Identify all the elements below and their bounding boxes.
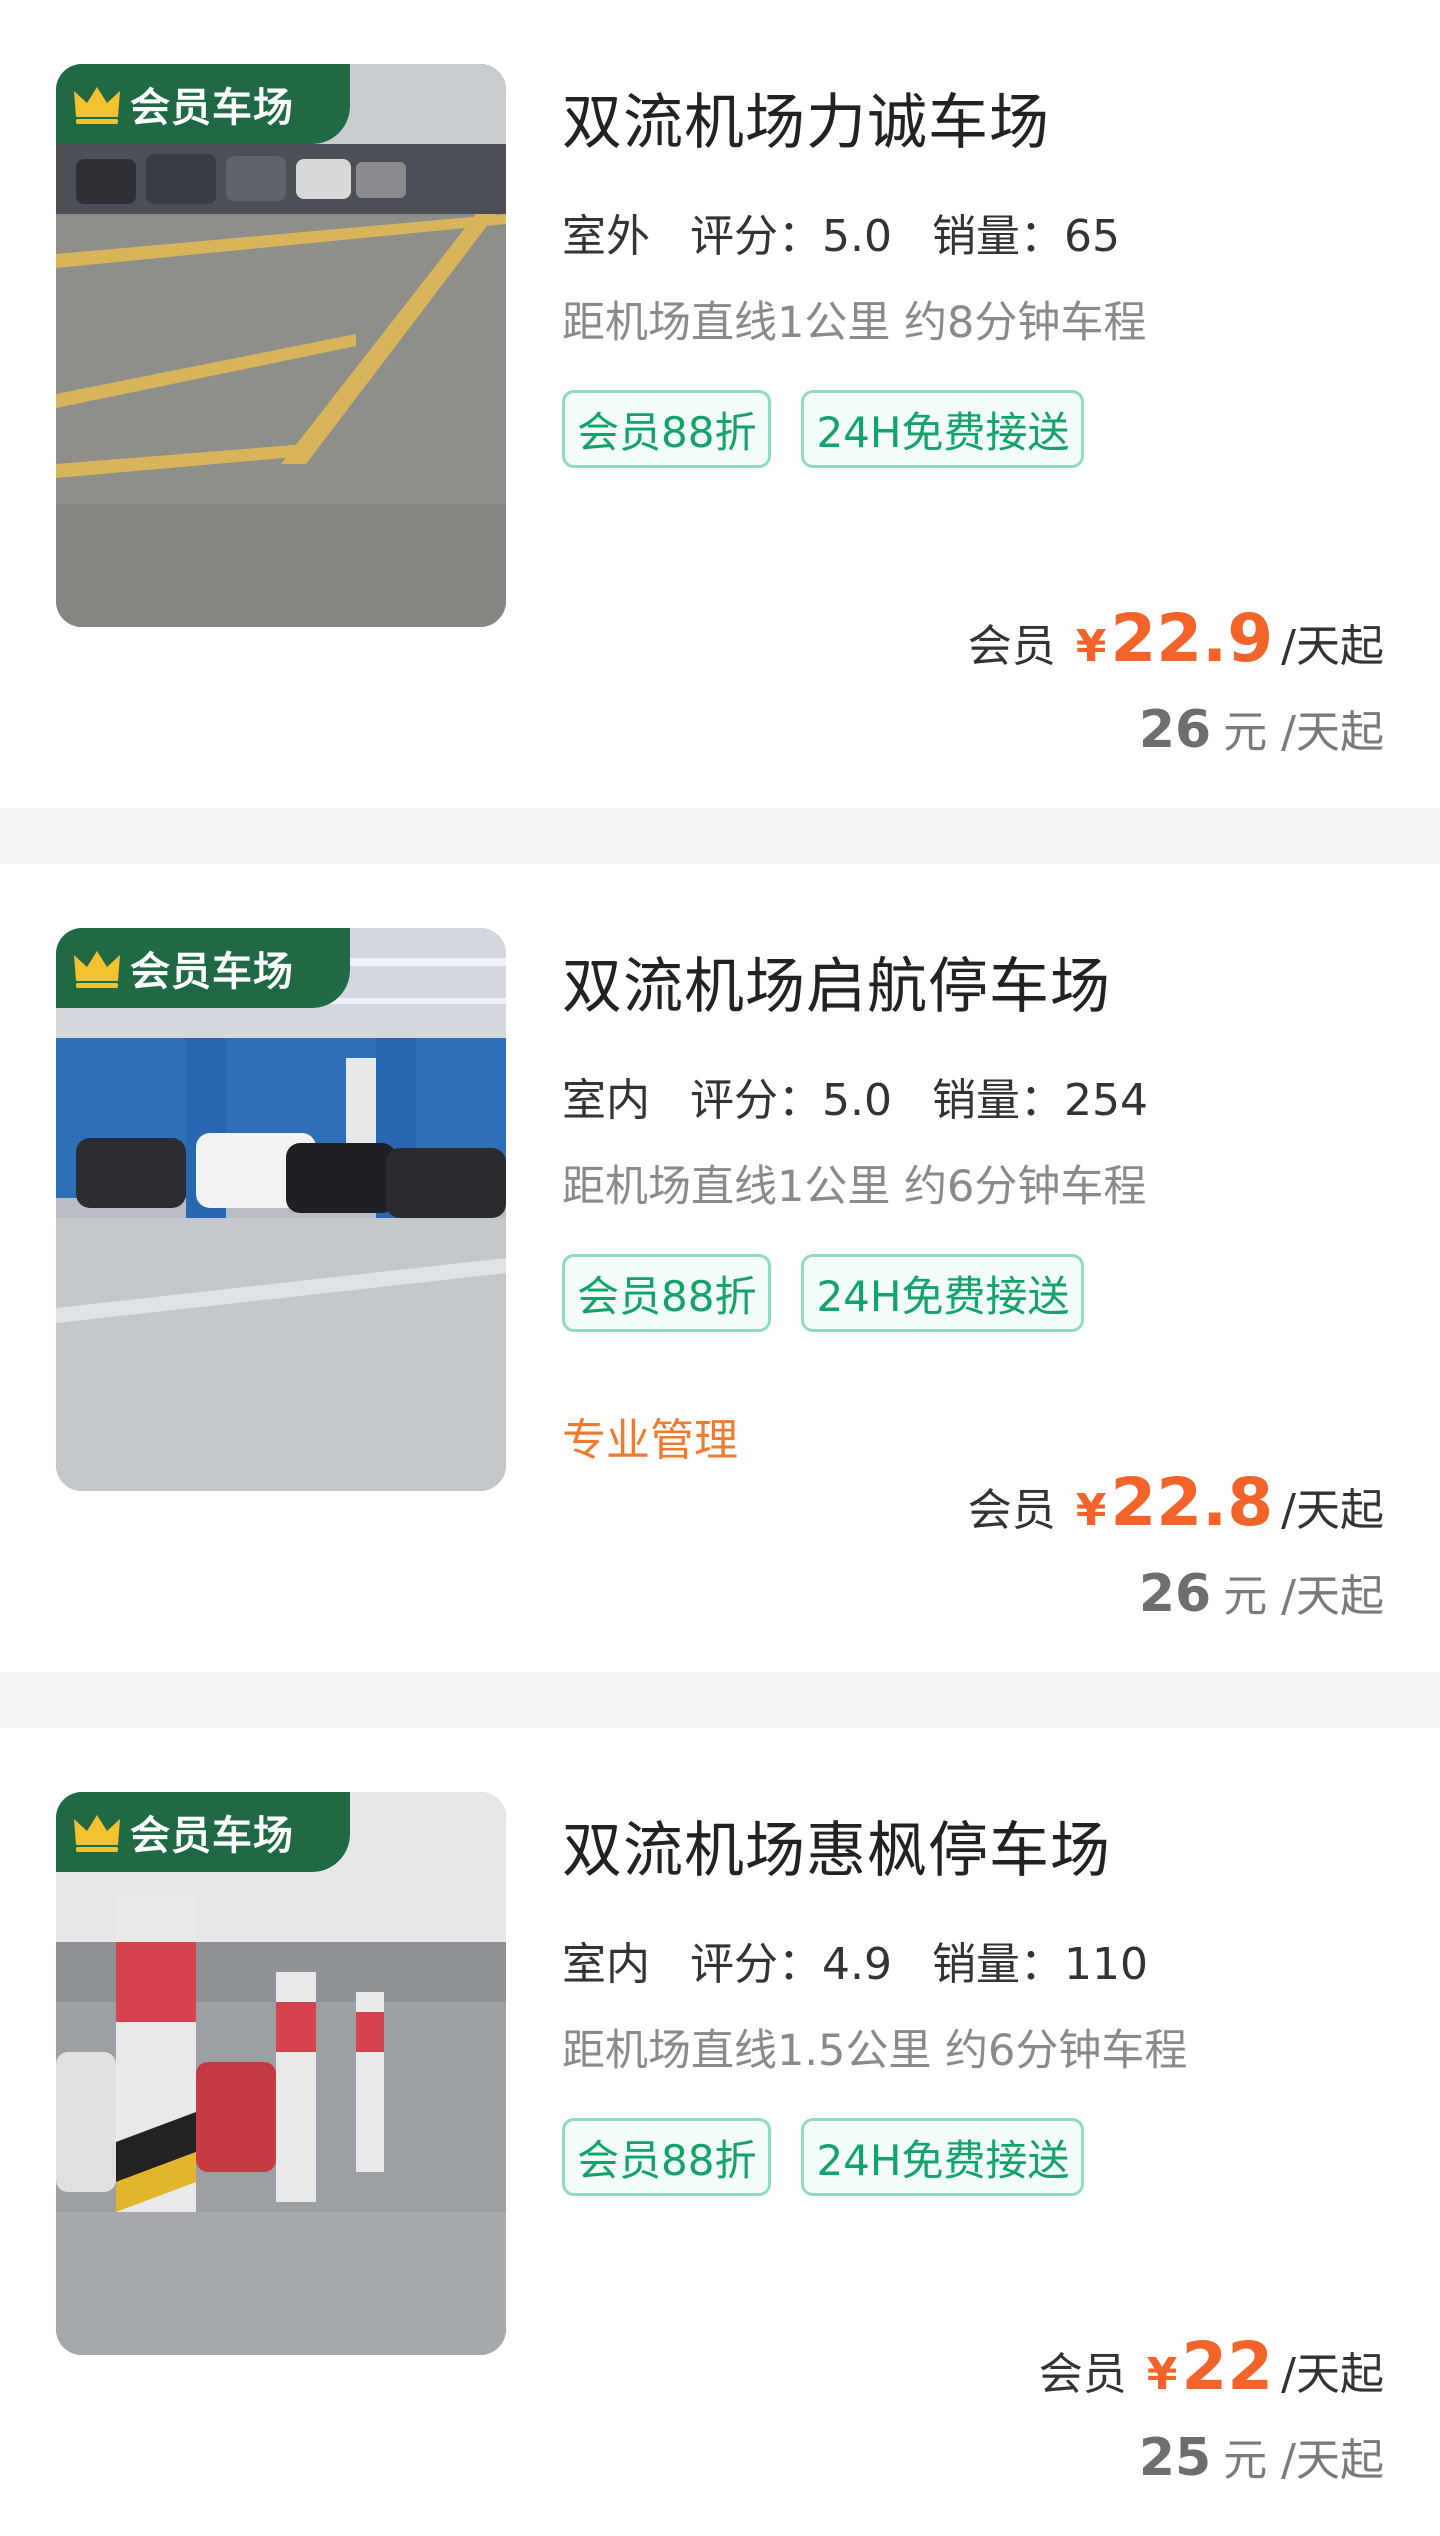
parking-lot-photo[interactable]: 会员车场 bbox=[56, 928, 506, 1491]
parking-lot-list: 会员车场 双流机场力诚车场 室外 评分：5.0 销量：65 距机场直线1公里 约… bbox=[0, 0, 1440, 2536]
original-price-value: 25 bbox=[1138, 2428, 1212, 2488]
price-unit: /天起 bbox=[1281, 2349, 1384, 2400]
sales-count: 销量：110 bbox=[931, 1939, 1148, 1990]
member-price: 会员 ¥ 22.9 /天起 bbox=[968, 600, 1384, 677]
tag-free-shuttle: 24H免费接送 bbox=[801, 390, 1085, 468]
parking-lot-photo[interactable]: 会员车场 bbox=[56, 64, 506, 627]
crown-icon bbox=[74, 1815, 120, 1852]
currency-symbol: ¥ bbox=[1075, 621, 1107, 672]
parking-lot-meta: 室外 评分：5.0 销量：65 bbox=[560, 200, 1160, 270]
parking-lot-card[interactable]: 会员车场 双流机场启航停车场 室内 评分：5.0 销量：254 距机场直线1公里… bbox=[0, 864, 1440, 1672]
tag-list: 会员88折 24H免费接送 bbox=[562, 2118, 1114, 2196]
member-label: 会员 bbox=[1038, 2349, 1127, 2400]
original-price-unit: 元 /天起 bbox=[1223, 1571, 1384, 1622]
member-lot-badge: 会员车场 bbox=[56, 64, 350, 144]
badge-label: 会员车场 bbox=[130, 1813, 294, 1859]
distance-info: 距机场直线1公里 约6分钟车程 bbox=[562, 1162, 1147, 1212]
original-price-value: 26 bbox=[1138, 700, 1212, 760]
member-price: 会员 ¥ 22 /天起 bbox=[1039, 2328, 1384, 2405]
badge-label: 会员车场 bbox=[130, 949, 294, 995]
parking-lot-card[interactable]: 会员车场 双流机场力诚车场 室外 评分：5.0 销量：65 距机场直线1公里 约… bbox=[0, 0, 1440, 808]
member-label: 会员 bbox=[967, 1485, 1056, 1536]
location-type: 室外 bbox=[560, 200, 652, 270]
price-unit: /天起 bbox=[1281, 621, 1384, 672]
price-unit: /天起 bbox=[1281, 1485, 1384, 1536]
tag-member-discount: 会员88折 bbox=[562, 2118, 772, 2196]
parking-lot-name: 双流机场惠枫停车场 bbox=[562, 1816, 1111, 1886]
parking-lot-card[interactable]: 会员车场 双流机场惠枫停车场 室内 评分：4.9 销量：110 距机场直线1.5… bbox=[0, 1728, 1440, 2536]
feature-highlight: 专业管理 bbox=[562, 1415, 738, 1466]
original-price-unit: 元 /天起 bbox=[1223, 707, 1384, 758]
original-price: 25 元 /天起 bbox=[1139, 2424, 1384, 2488]
member-price-value: 22.9 bbox=[1110, 600, 1274, 677]
member-price-value: 22 bbox=[1181, 2328, 1274, 2405]
tag-free-shuttle: 24H免费接送 bbox=[801, 1254, 1085, 1332]
original-price: 26 元 /天起 bbox=[1139, 1560, 1384, 1624]
original-price: 26 元 /天起 bbox=[1139, 696, 1384, 760]
distance-info: 距机场直线1.5公里 约6分钟车程 bbox=[562, 2026, 1188, 2076]
member-lot-badge: 会员车场 bbox=[56, 1792, 350, 1872]
tag-list: 会员88折 24H免费接送 bbox=[562, 1254, 1114, 1332]
tag-member-discount: 会员88折 bbox=[562, 1254, 772, 1332]
currency-symbol: ¥ bbox=[1146, 2349, 1178, 2400]
original-price-unit: 元 /天起 bbox=[1223, 2435, 1384, 2486]
card-divider bbox=[0, 808, 1440, 864]
rating: 评分：5.0 bbox=[690, 1075, 892, 1126]
distance-info: 距机场直线1公里 约8分钟车程 bbox=[562, 298, 1147, 348]
rating: 评分：4.9 bbox=[690, 1939, 892, 1990]
original-price-value: 26 bbox=[1138, 1564, 1212, 1624]
tag-free-shuttle: 24H免费接送 bbox=[801, 2118, 1085, 2196]
card-divider bbox=[0, 1672, 1440, 1728]
tag-list: 会员88折 24H免费接送 bbox=[562, 390, 1114, 468]
currency-symbol: ¥ bbox=[1075, 1485, 1107, 1536]
crown-icon bbox=[74, 951, 120, 988]
sales-count: 销量：254 bbox=[931, 1075, 1148, 1126]
member-lot-badge: 会员车场 bbox=[56, 928, 350, 1008]
location-type: 室内 bbox=[560, 1928, 652, 1998]
rating: 评分：5.0 bbox=[690, 211, 892, 262]
sales-count: 销量：65 bbox=[931, 211, 1120, 262]
parking-lot-name: 双流机场力诚车场 bbox=[562, 88, 1050, 158]
member-label: 会员 bbox=[967, 621, 1056, 672]
parking-lot-meta: 室内 评分：4.9 销量：110 bbox=[560, 1928, 1188, 1998]
member-price: 会员 ¥ 22.8 /天起 bbox=[968, 1464, 1384, 1541]
tag-member-discount: 会员88折 bbox=[562, 390, 772, 468]
parking-lot-name: 双流机场启航停车场 bbox=[562, 952, 1111, 1022]
parking-lot-meta: 室内 评分：5.0 销量：254 bbox=[560, 1064, 1188, 1134]
parking-lot-photo[interactable]: 会员车场 bbox=[56, 1792, 506, 2355]
location-type: 室内 bbox=[560, 1064, 652, 1134]
badge-label: 会员车场 bbox=[130, 85, 294, 131]
member-price-value: 22.8 bbox=[1110, 1464, 1274, 1541]
crown-icon bbox=[74, 87, 120, 124]
